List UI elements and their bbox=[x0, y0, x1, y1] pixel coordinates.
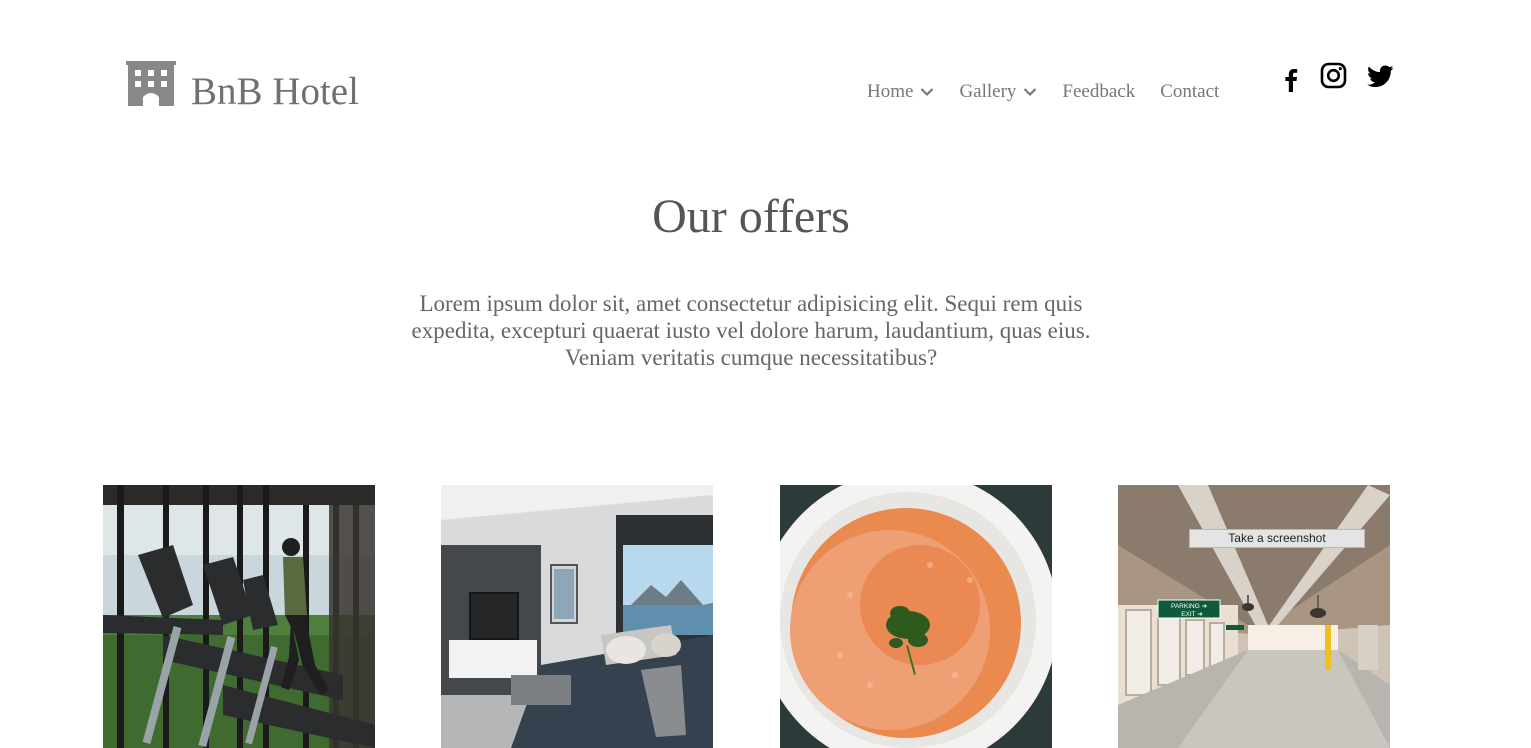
instagram-link[interactable] bbox=[1320, 62, 1347, 92]
nav-item-feedback[interactable]: Feedback bbox=[1062, 81, 1135, 103]
nav-item-gallery[interactable]: Gallery bbox=[959, 81, 1037, 103]
hotel-page: BnB Hotel Home Gallery Feedback Contact bbox=[0, 0, 1531, 748]
main-nav: Home Gallery Feedback Contact bbox=[867, 78, 1219, 106]
living-room-photo bbox=[441, 485, 713, 748]
twitter-icon bbox=[1367, 65, 1394, 88]
nav-item-label: Gallery bbox=[959, 81, 1017, 102]
hotel-building-icon[interactable] bbox=[126, 61, 176, 106]
facebook-link[interactable] bbox=[1283, 68, 1299, 98]
soup-bowl-photo bbox=[780, 485, 1052, 748]
offers-description: Lorem ipsum dolor sit, amet consectetur … bbox=[411, 291, 1091, 370]
offer-card-soup[interactable] bbox=[780, 485, 1052, 748]
brand-name[interactable]: BnB Hotel bbox=[191, 68, 359, 116]
parking-sign-text: PARKING ➜ bbox=[1171, 603, 1208, 610]
offer-card-parking[interactable]: PARKING ➜ EXIT ➜ bbox=[1118, 485, 1390, 748]
instagram-icon bbox=[1320, 62, 1347, 89]
facebook-icon bbox=[1285, 69, 1298, 92]
offer-card-gym[interactable] bbox=[103, 485, 375, 748]
gym-treadmill-photo bbox=[103, 485, 375, 748]
nav-item-label: Contact bbox=[1160, 81, 1220, 102]
exit-sign-text: EXIT ➜ bbox=[1181, 611, 1203, 618]
nav-item-label: Home bbox=[867, 81, 914, 102]
nav-item-label: Feedback bbox=[1062, 81, 1136, 102]
chevron-down-icon bbox=[1024, 88, 1037, 97]
nav-item-home[interactable]: Home bbox=[867, 81, 934, 103]
page-title: Our offers bbox=[652, 190, 850, 243]
twitter-link[interactable] bbox=[1367, 65, 1394, 95]
parking-garage-photo: PARKING ➜ EXIT ➜ bbox=[1118, 485, 1390, 748]
nav-item-contact[interactable]: Contact bbox=[1160, 81, 1219, 103]
chevron-down-icon bbox=[921, 88, 934, 97]
offer-card-living-room[interactable] bbox=[441, 485, 713, 748]
screenshot-tooltip: Take a screenshot bbox=[1189, 529, 1365, 548]
